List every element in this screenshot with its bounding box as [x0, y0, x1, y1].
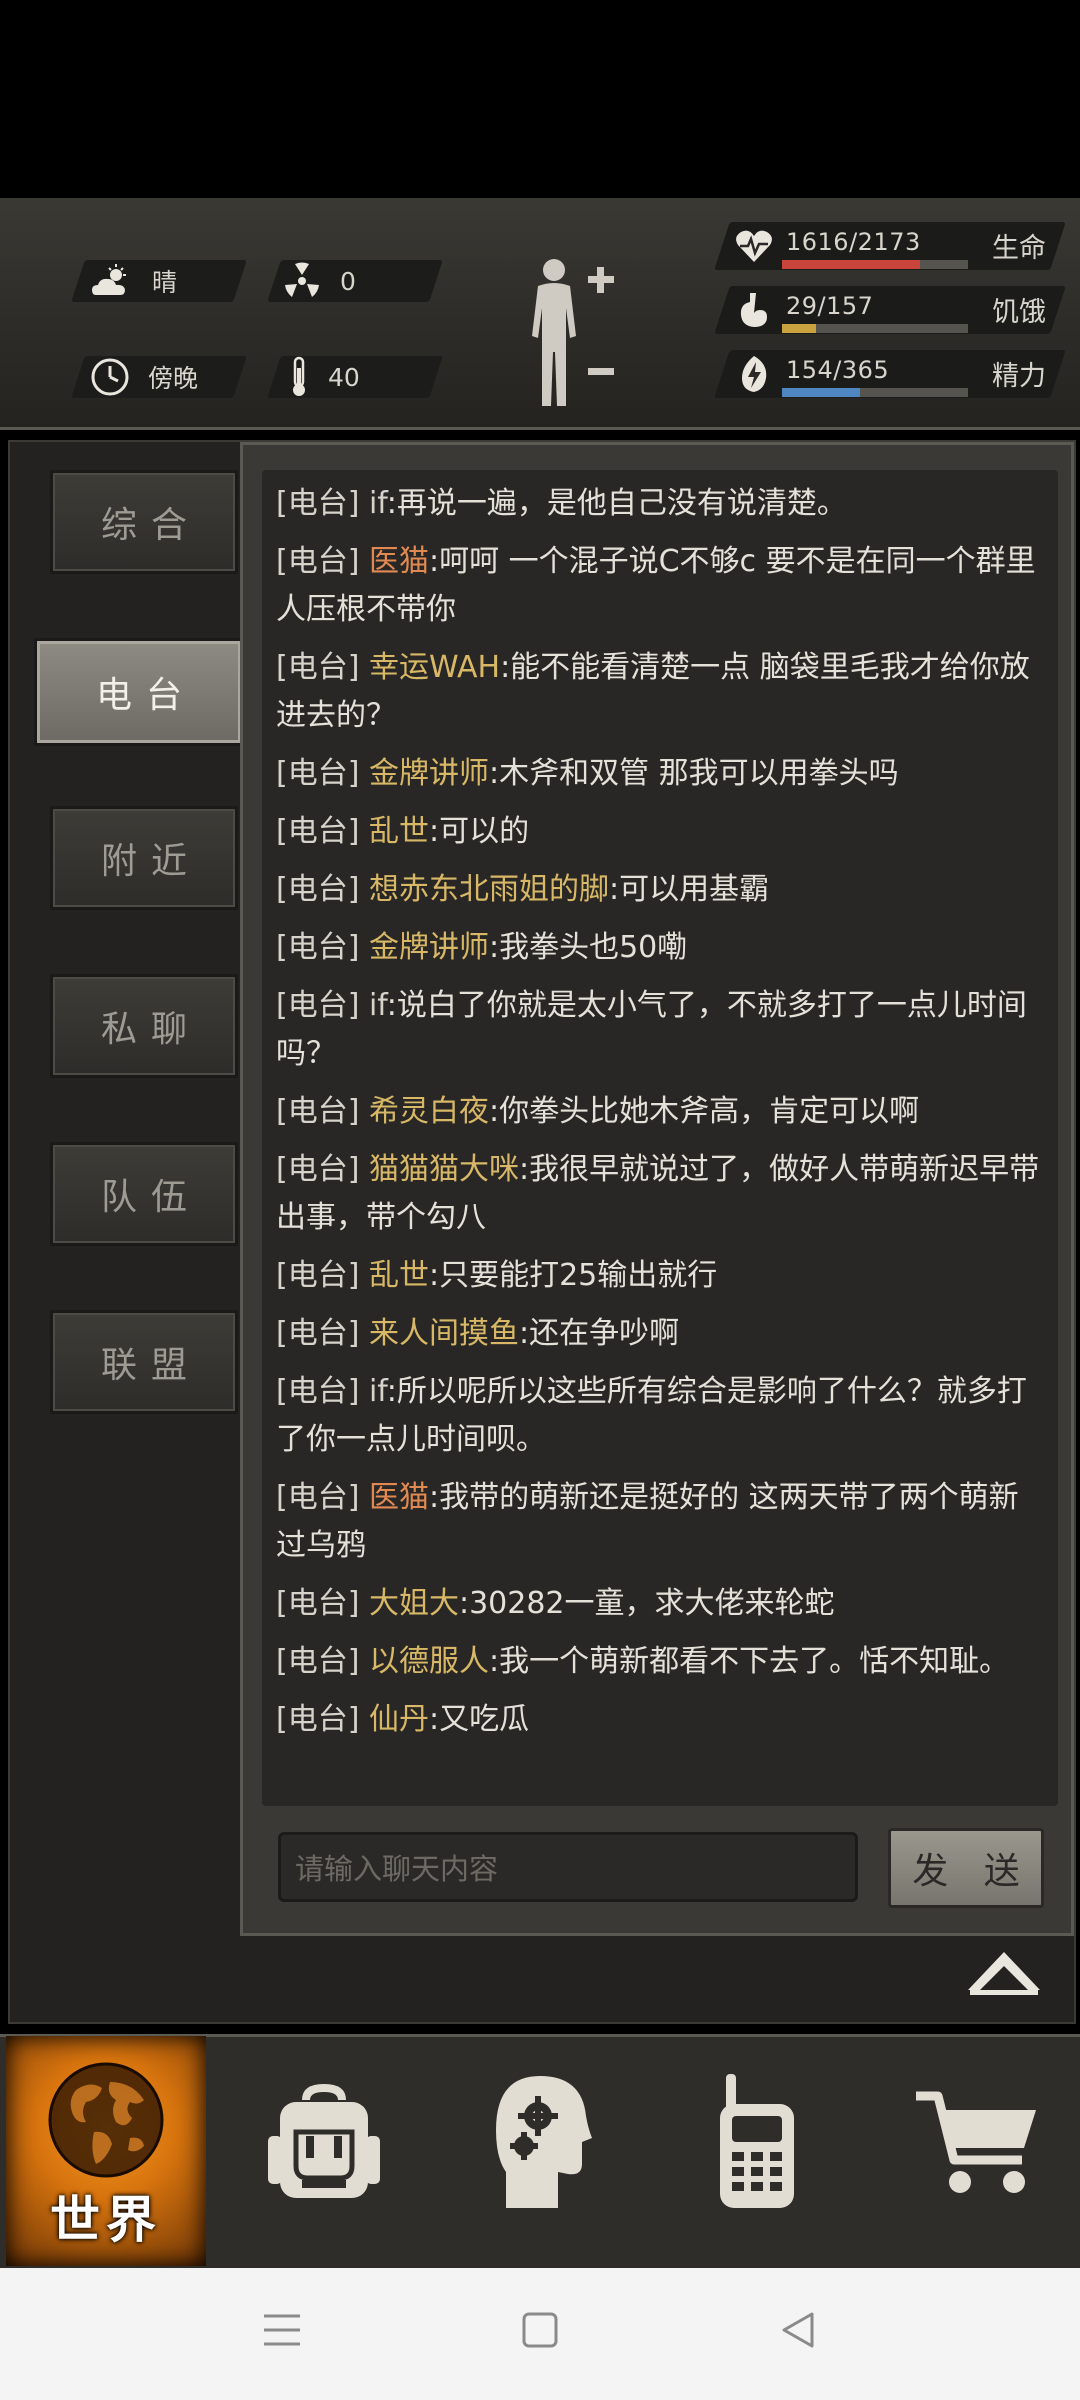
nav-world-button[interactable]: 世界: [6, 2036, 206, 2266]
clock-icon: [91, 358, 129, 396]
radiation-status: 0: [282, 260, 356, 302]
chat-message: [电台] 医猫:我带的萌新还是挺好的 这两天带了两个萌新过乌鸦: [276, 1480, 1019, 1563]
top-blank-area: [0, 0, 1080, 198]
hunger-label: 饥饿: [992, 297, 1046, 328]
chat-message: [电台] 希灵白夜:你拳头比她木斧高，肯定可以啊: [276, 1094, 920, 1129]
chat-message: [电台] 乱世:可以的: [276, 814, 530, 849]
backpack-icon[interactable]: [266, 2080, 382, 2204]
radiation-icon: [285, 262, 319, 297]
thermometer-icon: [293, 356, 305, 396]
menu-icon[interactable]: [262, 2310, 302, 2350]
sender-name[interactable]: 以德服人: [369, 1644, 489, 1679]
sender-name[interactable]: if: [369, 988, 387, 1023]
chat-message: [电台] 猫猫猫大咪:我很早就说过了，做好人带萌新迟早带出事，带个勾八: [276, 1152, 1040, 1235]
home-icon[interactable]: [520, 2310, 560, 2350]
chat-message: [电台] 金牌讲师:我拳头也50嘞: [276, 930, 688, 965]
chat-message: [电台] if:所以呢所以这些所有综合是影响了什么？就多打了你一点儿时间呗。: [276, 1374, 1027, 1457]
chat-message: [电台] 医猫:呵呵 一个混子说C不够c 要不是在同一个群里人压根不带你: [276, 544, 1036, 627]
temperature-status: 40: [288, 356, 360, 398]
body-figure-icon[interactable]: [520, 256, 620, 406]
sender-name[interactable]: 仙丹: [369, 1702, 429, 1737]
chat-message: [电台] if:说白了你就是太小气了，不就多打了一点儿时间吗？: [276, 988, 1027, 1071]
chat-message: [电台] 以德服人:我一个萌新都看不下去了。恬不知耻。: [276, 1644, 1010, 1679]
health-label: 生命: [992, 233, 1046, 264]
sender-name[interactable]: 医猫: [369, 1480, 429, 1515]
sender-name[interactable]: 医猫: [369, 544, 429, 579]
tab-nearby[interactable]: 附近: [50, 806, 238, 910]
globe-icon: [48, 2062, 164, 2178]
energy-icon: [742, 356, 767, 392]
nav-world-label: 世界: [50, 2191, 162, 2249]
send-button[interactable]: 发 送: [888, 1828, 1044, 1908]
sender-name[interactable]: if: [369, 486, 387, 521]
collapse-up-icon[interactable]: [966, 1950, 1042, 1996]
energy-label: 精力: [992, 361, 1046, 392]
sender-name[interactable]: 金牌讲师: [369, 756, 489, 791]
chat-message: [电台] 金牌讲师:木斧和双管 那我可以用拳头吗: [276, 756, 899, 791]
chat-message: [电台] 想赤东北雨姐的脚:可以用基霸: [276, 872, 770, 907]
hunger-value: 29/157: [786, 292, 874, 320]
weather-value: 晴: [152, 268, 178, 297]
chat-message: [电台] 乱世:只要能打25输出就行: [276, 1258, 718, 1293]
sender-name[interactable]: 乱世: [369, 814, 429, 849]
head-gears-icon[interactable]: [494, 2072, 594, 2212]
sender-name[interactable]: 幸运WAH: [369, 650, 500, 685]
tab-radio[interactable]: 电台: [34, 638, 244, 746]
chat-message: [电台] if:再说一遍，是他自己没有说清楚。: [276, 486, 847, 521]
chat-input[interactable]: 请输入聊天内容: [278, 1832, 858, 1902]
chat-log[interactable]: [电台] if:再说一遍，是他自己没有说清楚。 [电台] 医猫:呵呵 一个混子说…: [262, 470, 1058, 1806]
temperature-value: 40: [328, 362, 360, 392]
chat-input-placeholder: 请输入聊天内容: [295, 1852, 499, 1886]
back-icon[interactable]: [778, 2310, 818, 2350]
time-status: 傍晚: [90, 356, 198, 398]
status-header: 晴 0 傍晚 40 1616/2173 生命 29/157 饥饿 154/365…: [0, 198, 1080, 430]
time-value: 傍晚: [148, 364, 199, 393]
sender-name[interactable]: if: [369, 1374, 387, 1409]
energy-bar-fill: [782, 388, 861, 397]
radiation-value: 0: [340, 266, 356, 296]
tab-team[interactable]: 队伍: [50, 1142, 238, 1246]
chat-message: [电台] 幸运WAH:能不能看清楚一点 脑袋里毛我才给你放进去的？: [276, 650, 1030, 733]
sender-name[interactable]: 希灵白夜: [369, 1094, 489, 1129]
energy-value: 154/365: [786, 356, 890, 384]
hunger-bar-fill: [782, 324, 817, 333]
health-bar: [782, 260, 968, 269]
weather-status: 晴: [90, 260, 177, 302]
sender-name[interactable]: 想赤东北雨姐的脚: [369, 872, 609, 907]
stomach-icon: [740, 293, 767, 327]
sender-name[interactable]: 金牌讲师: [369, 930, 489, 965]
tab-general[interactable]: 综合: [50, 470, 238, 574]
sender-name[interactable]: 大姐大: [369, 1586, 459, 1621]
sun-cloud-icon: [92, 264, 126, 295]
health-bar-fill: [782, 260, 921, 269]
energy-bar: [782, 388, 968, 397]
health-value: 1616/2173: [786, 228, 921, 256]
heart-icon: [736, 230, 772, 262]
chat-message: [电台] 来人间摸鱼:还在争吵啊: [276, 1316, 680, 1351]
chat-message: [电台] 大姐大:30282一童，求大佬来轮蛇: [276, 1586, 835, 1621]
sender-name[interactable]: 来人间摸鱼: [369, 1316, 519, 1351]
hunger-bar: [782, 324, 968, 333]
cart-icon[interactable]: [914, 2090, 1042, 2200]
tab-private[interactable]: 私聊: [50, 974, 238, 1078]
walkie-talkie-icon[interactable]: [714, 2072, 800, 2210]
sender-name[interactable]: 猫猫猫大咪: [369, 1152, 519, 1187]
chat-message: [电台] 仙丹:又吃瓜: [276, 1702, 530, 1737]
tab-alliance[interactable]: 联盟: [50, 1310, 238, 1414]
sender-name[interactable]: 乱世: [369, 1258, 429, 1293]
